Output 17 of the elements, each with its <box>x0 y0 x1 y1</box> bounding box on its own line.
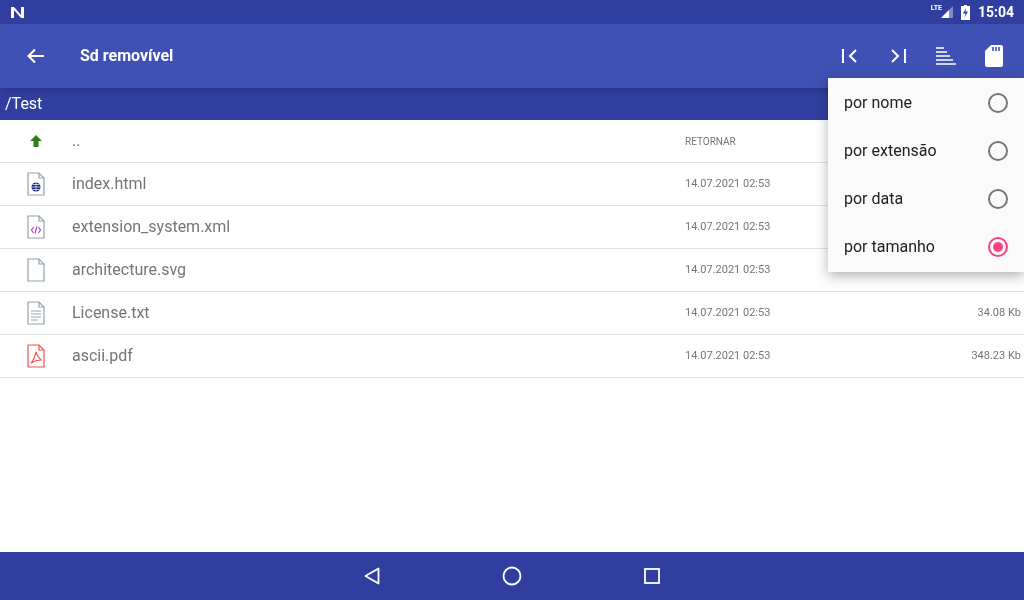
file-size: 348.23 Kb <box>971 347 1021 364</box>
file-date: 14.07.2021 02:53 <box>685 261 771 278</box>
file-name: License.txt <box>72 302 151 324</box>
file-name: architecture.svg <box>72 259 188 281</box>
file-date: 14.07.2021 02:53 <box>685 218 771 235</box>
file-date: 14.07.2021 02:53 <box>685 347 771 364</box>
path-label: /Test <box>5 93 43 115</box>
file-date: RETORNAR <box>685 134 736 149</box>
file-date: 14.07.2021 02:53 <box>685 304 771 321</box>
clock: 15:04 <box>977 2 1014 22</box>
file-name: ascii.pdf <box>72 345 134 367</box>
file-name: extension_system.xml <box>72 216 232 238</box>
file-name: .. <box>72 130 82 152</box>
file-date: 14.07.2021 02:53 <box>685 175 771 192</box>
file-name: index.html <box>72 173 148 195</box>
file-size: 34.08 Kb <box>977 304 1021 321</box>
app-title: Sd removível <box>80 45 174 67</box>
